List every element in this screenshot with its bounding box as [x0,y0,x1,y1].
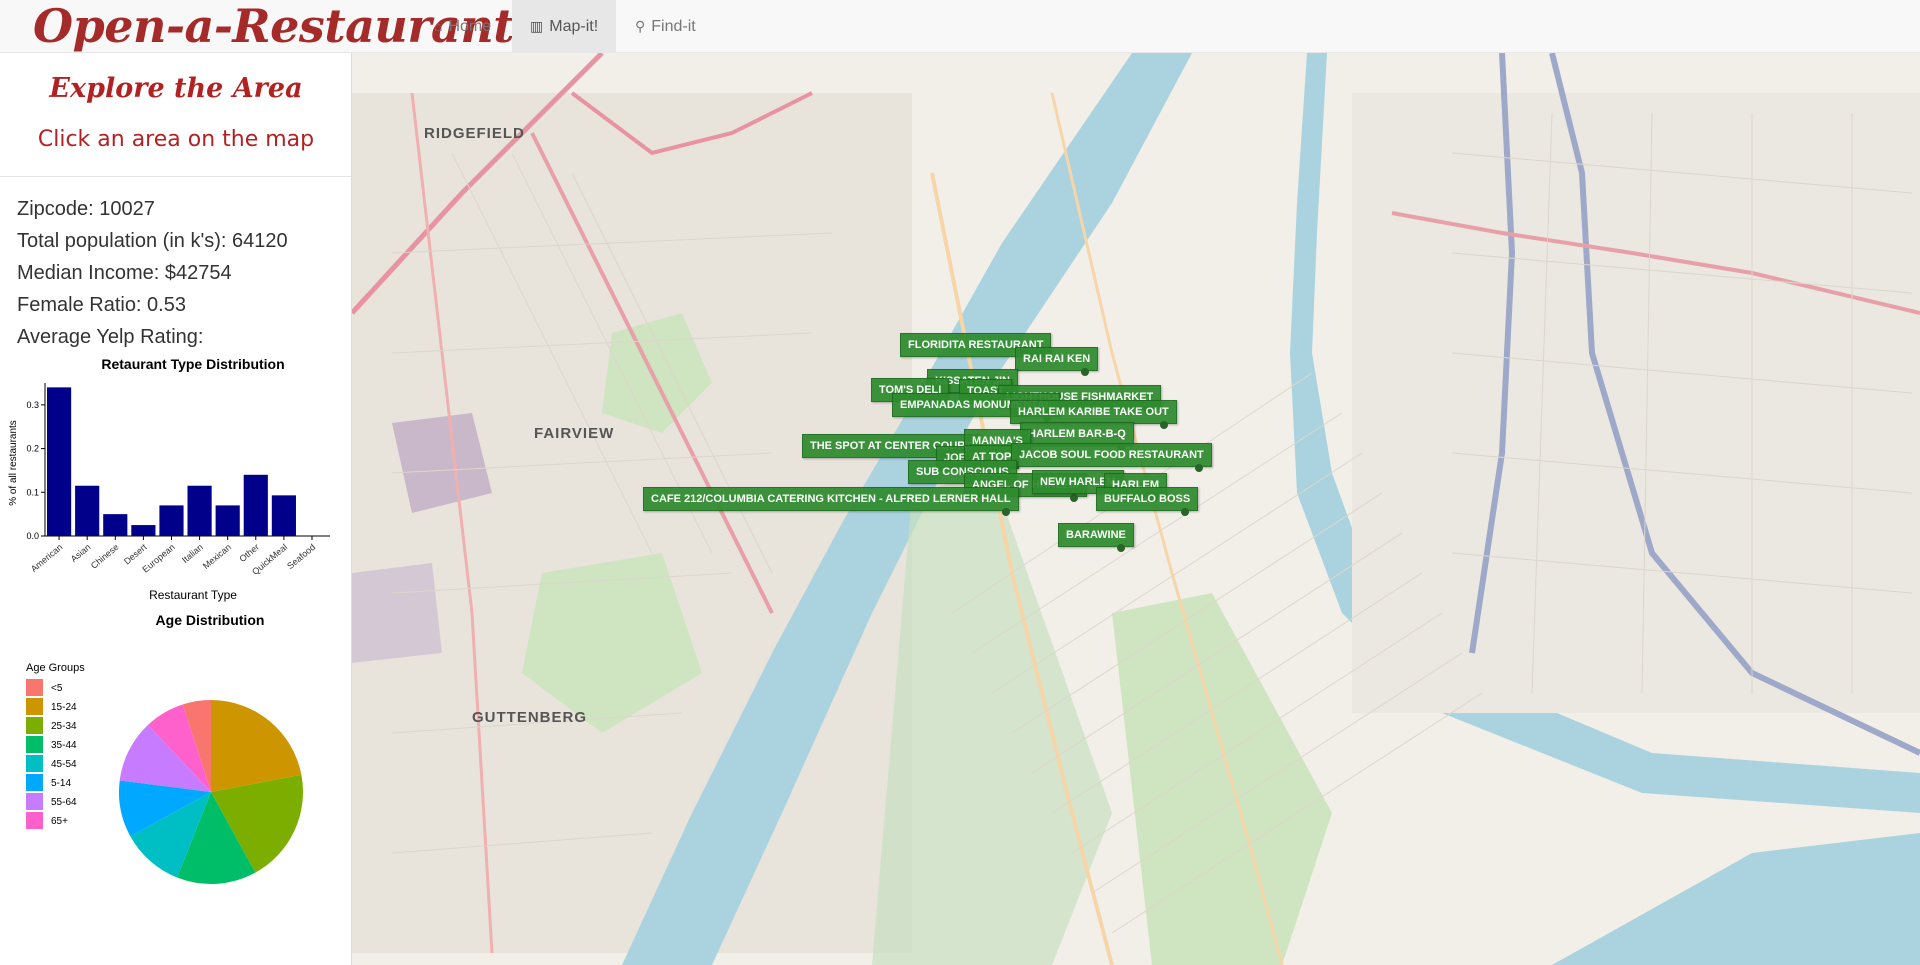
bar-quickmeal [271,495,296,536]
bar-x-tick-label: Asian [69,542,93,564]
bar-desert [131,525,156,536]
legend-swatch [26,679,43,696]
marker-rai-rai-ken[interactable]: RAI RAI KEN [1015,347,1099,376]
marker-pin-icon [1001,508,1010,516]
legend-swatch [26,755,43,772]
bar-x-tick-label: Other [237,542,261,564]
yelp-rating-text: Average Yelp Rating: [17,326,204,348]
restaurant-type-chart: Retaurant Type Distribution % of all res… [0,353,351,608]
home-icon: ⌂ [434,18,443,34]
bar-x-tick-label: Chinese [89,542,121,571]
bar-y-tick-label: 0.1 [26,487,39,497]
bar-chart-svg: Retaurant Type Distribution % of all res… [8,356,330,602]
search-icon: ⚲ [635,18,646,34]
legend-label: <5 [51,683,63,694]
bar-chart-title: Retaurant Type Distribution [101,356,284,372]
nav-find-it[interactable]: ⚲ Find-it [617,0,714,53]
bar-x-tick-label: Italian [180,542,205,565]
legend-swatch [26,736,43,753]
map-view[interactable]: RIDGEFIELD FAIRVIEW GUTTENBERG FLORIDITA… [352,53,1920,965]
marker-cafe-212-columbia[interactable]: CAFE 212/COLUMBIA CATERING KITCHEN - ALF… [643,487,1019,516]
bar-x-tick-label: Seafood [285,542,317,571]
bar-y-tick-label: 0.0 [26,531,39,541]
bar-chart-xlabel: Restaurant Type [149,588,237,602]
bar-y-tick-label: 0.3 [26,400,39,410]
pie-chart-svg: Age Distribution Age Groups <5 15-24 25-34… [26,612,303,884]
pie-chart-title: Age Distribution [156,612,265,628]
legend-label: 25-34 [51,721,77,732]
marker-barawine[interactable]: BARAWINE [1058,523,1134,552]
marker-pin-icon [1069,494,1078,502]
legend-label: 45-54 [51,759,77,770]
bar-mexican [215,505,240,536]
bar-european [159,505,184,536]
map-icon: ▥ [530,18,544,34]
sidebar: Explore the Area Click an area on the ma… [0,53,352,965]
legend-label: 5-14 [51,778,71,789]
bar-other [243,474,268,536]
divider [0,176,351,177]
bar-american [47,387,72,536]
marker-harlem-karibe-take-out[interactable]: HARLEM KARIBE TAKE OUT [1010,400,1177,429]
bar-x-tick-label: Mexican [201,542,233,571]
marker-jacob-soul-food-restaurant[interactable]: JACOB SOUL FOOD RESTAURANT [1011,443,1212,472]
legend-swatch [26,698,43,715]
zipcode-text: Zipcode: 10027 [17,198,155,220]
bar-chart-ylabel: % of all restaurants [8,420,19,506]
sidebar-subtitle: Click an area on the map [37,127,315,152]
bar-y-tick-label: 0.2 [26,444,39,454]
navbar: Open-a-Restaurant ⌂ Home ▥ Map-it! ⚲ Find-i… [0,0,1920,53]
bar-asian [75,485,100,536]
place-fairview: FAIRVIEW [534,425,615,442]
sidebar-title: Explore the Area [49,73,303,104]
legend-swatch [26,793,43,810]
legend-swatch [26,812,43,829]
legend-label: 35-44 [51,740,77,751]
income-text: Median Income: $42754 [17,262,232,284]
legend-swatch [26,717,43,734]
bar-x-tick-label: American [29,542,65,574]
place-ridgefield: RIDGEFIELD [424,125,525,142]
marker-pin-icon [1116,544,1125,552]
pie-legend-title: Age Groups [26,662,85,674]
marker-pin-icon [1194,464,1203,472]
marker-pin-icon [1159,421,1168,429]
nav-map-it[interactable]: ▥ Map-it! [512,0,617,53]
nav-home[interactable]: ⌂ Home [416,0,509,53]
bar-italian [187,485,212,536]
legend-label: 55-64 [51,797,77,808]
place-guttenberg: GUTTENBERG [472,709,587,726]
legend-swatch [26,774,43,791]
female-ratio-text: Female Ratio: 0.53 [17,294,186,316]
bar-chinese [103,514,128,536]
legend-label: 15-24 [51,702,77,713]
legend-label: 65+ [51,816,68,827]
population-text: Total population (in k's): 64120 [17,230,288,252]
age-distribution-chart: Age Distribution Age Groups <5 15-24 25-34… [0,605,351,885]
marker-buffalo-boss[interactable]: BUFFALO BOSS [1096,487,1199,516]
